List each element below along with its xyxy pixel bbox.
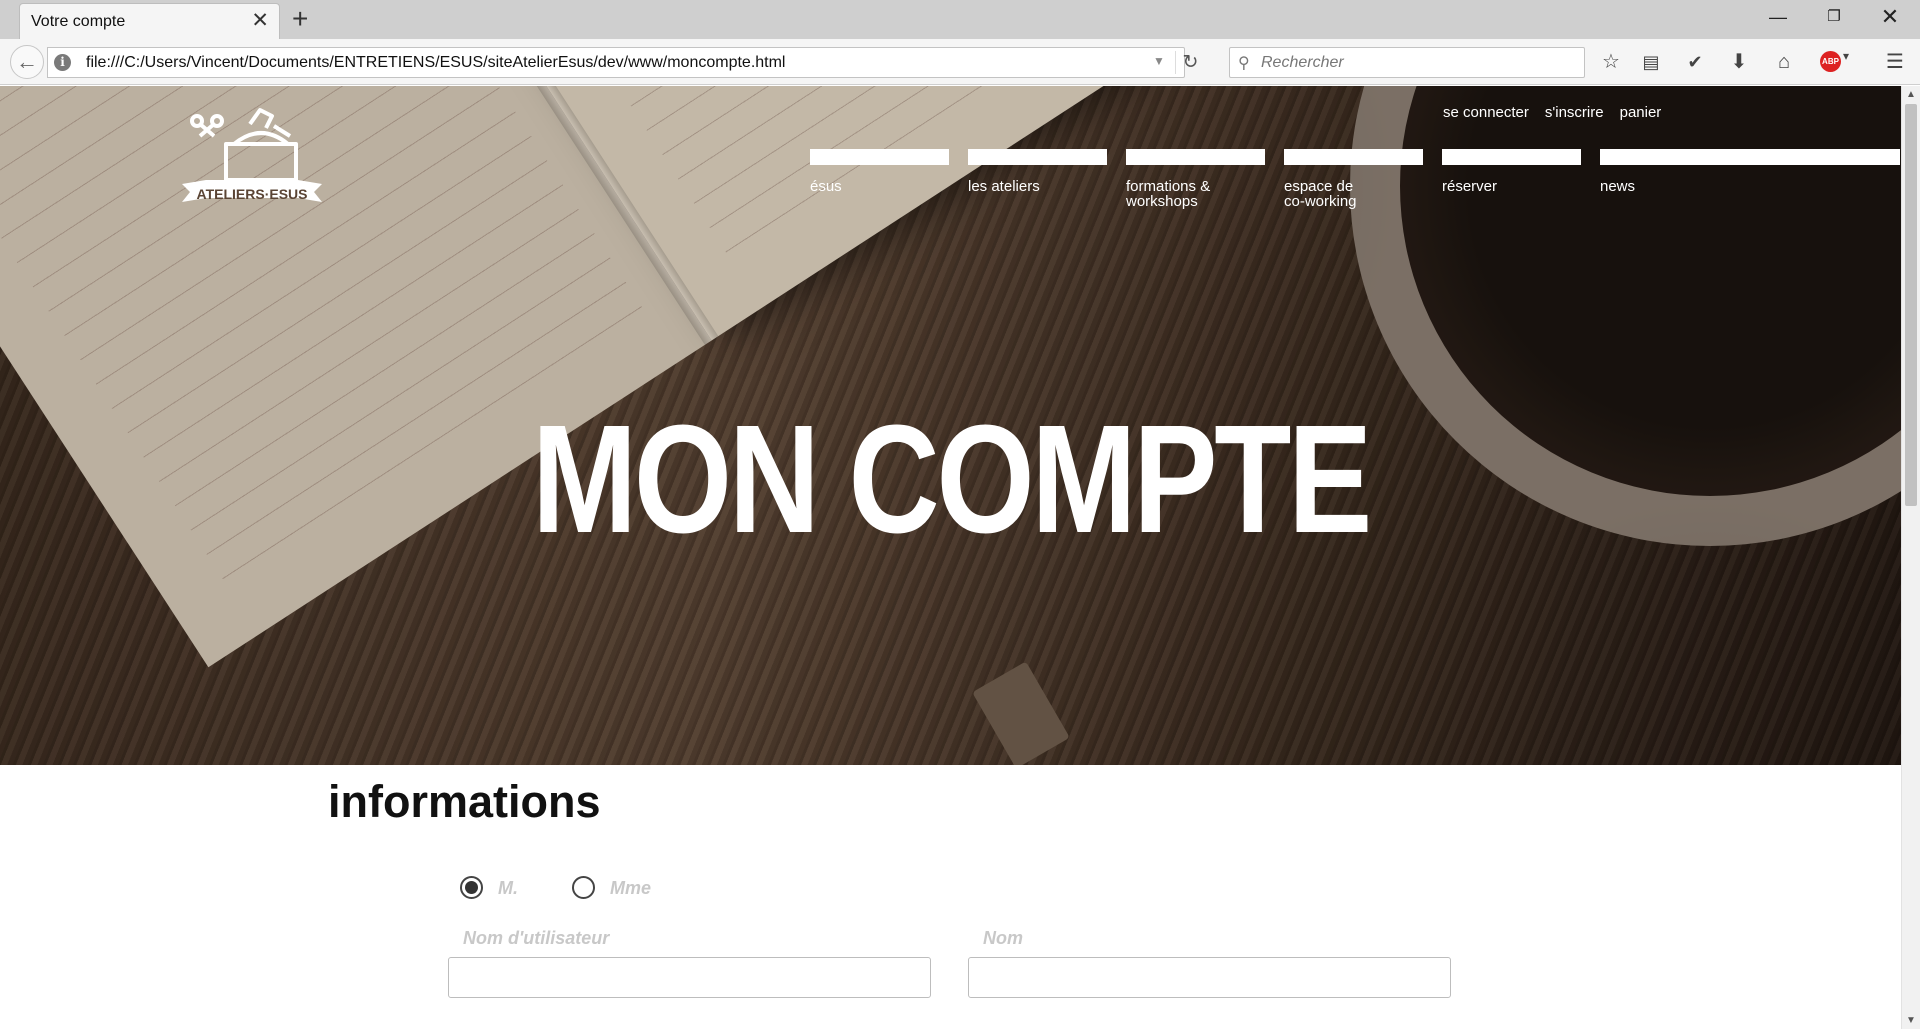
restore-button[interactable]: ❐ — [1811, 2, 1857, 32]
ateliers-esus-logo[interactable]: ATELIERS·ESUS — [170, 104, 334, 228]
navigation-toolbar: ← i file:///C:/Users/Vincent/Documents/E… — [0, 39, 1920, 85]
scroll-down-icon[interactable]: ▼ — [1906, 1015, 1916, 1026]
minimize-button[interactable]: — — [1755, 2, 1801, 32]
reload-icon[interactable]: ↻ — [1175, 51, 1205, 74]
search-bar[interactable]: ⚲ Rechercher — [1229, 47, 1585, 78]
section-title: informations — [328, 776, 601, 827]
nav-label[interactable]: espace de co-working — [1284, 179, 1423, 209]
lastname-input[interactable] — [968, 957, 1451, 998]
nav-label[interactable]: les ateliers — [968, 179, 1107, 194]
signup-link[interactable]: s'inscrire — [1545, 104, 1604, 121]
hero-banner: ATELIERS·ESUS se connecter s'inscrire pani… — [0, 86, 1901, 765]
reading-list-icon[interactable]: ▤ — [1636, 49, 1666, 75]
scrollbar-thumb[interactable] — [1905, 104, 1917, 506]
nav-label[interactable]: ésus — [810, 179, 949, 194]
page-scrollbar[interactable]: ▲ ▼ — [1901, 86, 1920, 1029]
nav-label[interactable]: news — [1600, 179, 1739, 194]
scroll-up-icon[interactable]: ▲ — [1906, 89, 1916, 100]
url-text[interactable]: file:///C:/Users/Vincent/Documents/ENTRE… — [86, 54, 785, 72]
nav-bar — [1600, 149, 1900, 165]
close-window-button[interactable]: ✕ — [1867, 2, 1913, 32]
search-placeholder[interactable]: Rechercher — [1261, 54, 1344, 72]
adblock-icon[interactable]: ABP — [1820, 51, 1841, 72]
adblock-dropdown-icon[interactable]: ▾ — [1843, 49, 1849, 63]
lastname-label: Nom — [983, 928, 1023, 948]
nav-bar — [810, 149, 949, 165]
page-info-icon[interactable]: i — [54, 54, 71, 71]
logo-wordmark: ATELIERS·ESUS — [197, 186, 308, 202]
new-tab-button[interactable]: + — [292, 4, 308, 34]
radio-label-monsieur[interactable]: M. — [498, 878, 518, 899]
menu-icon[interactable]: ☰ — [1880, 49, 1910, 75]
tab-title: Votre compte — [31, 13, 126, 30]
tab-bar: Votre compte ✕ + — ❐ ✕ — [0, 0, 1920, 39]
username-label: Nom d'utilisateur — [463, 928, 610, 948]
radio-madame[interactable] — [572, 876, 595, 899]
back-arrow-icon: ← — [16, 49, 38, 74]
bookmark-star-icon[interactable]: ☆ — [1596, 49, 1626, 75]
nav-label[interactable]: réserver — [1442, 179, 1581, 194]
login-link[interactable]: se connecter — [1443, 104, 1529, 121]
download-icon[interactable]: ⬇ — [1724, 49, 1754, 75]
url-dropdown-icon[interactable]: ▼ — [1153, 54, 1165, 68]
page-title: MON COMPTE — [531, 393, 1372, 565]
nav-bar — [1284, 149, 1423, 165]
page-viewport: ATELIERS·ESUS se connecter s'inscrire pani… — [0, 86, 1901, 1029]
nav-bar — [968, 149, 1107, 165]
pocket-icon[interactable]: ✔ — [1680, 49, 1710, 75]
tab-votre-compte[interactable]: Votre compte ✕ — [19, 3, 280, 39]
nav-bar — [1442, 149, 1581, 165]
account-links: se connecter s'inscrire panier — [1443, 104, 1677, 121]
cart-link[interactable]: panier — [1620, 104, 1662, 121]
url-bar[interactable]: i file:///C:/Users/Vincent/Documents/ENT… — [47, 47, 1198, 78]
search-icon: ⚲ — [1238, 55, 1250, 72]
nav-label[interactable]: formations & workshops — [1126, 179, 1265, 209]
radio-label-madame[interactable]: Mme — [610, 878, 651, 899]
home-icon[interactable]: ⌂ — [1769, 49, 1799, 75]
nav-bar — [1126, 149, 1265, 165]
radio-monsieur[interactable] — [460, 876, 483, 899]
back-button[interactable]: ← — [10, 45, 44, 79]
username-input[interactable] — [448, 957, 931, 998]
close-tab-icon[interactable]: ✕ — [251, 10, 269, 31]
